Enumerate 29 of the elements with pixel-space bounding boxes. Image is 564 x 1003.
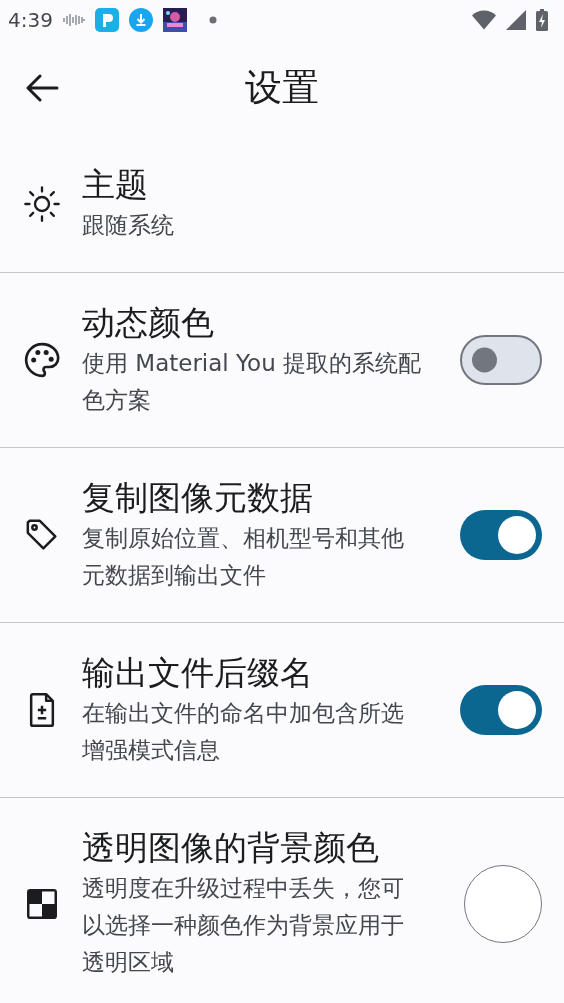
setting-description: 透明度在升级过程中丢失，您可以选择一种颜色作为背景应用于透明区域 xyxy=(82,874,405,977)
app-icon xyxy=(94,8,119,32)
wifi-icon xyxy=(472,10,496,30)
settings-item[interactable]: 复制图像元数据 复制原始位置、相机型号和其他元数据到输出文件 xyxy=(0,448,564,623)
toggle-switch[interactable] xyxy=(460,335,542,385)
signal-icon xyxy=(506,10,526,30)
setting-description: 在输出文件的命名中加包含所选增强模式信息 xyxy=(82,699,405,765)
setting-description: 复制原始位置、相机型号和其他元数据到输出文件 xyxy=(82,524,405,590)
setting-title: 主题 xyxy=(82,164,149,206)
download-icon xyxy=(128,8,153,32)
setting-title: 输出文件后缀名 xyxy=(82,652,314,694)
settings-item[interactable]: 动态颜色 使用 Material You 提取的系统配色方案 xyxy=(0,273,564,448)
settings-item[interactable]: 透明图像的背景颜色 透明度在升级过程中丢失，您可以选择一种颜色作为背景应用于透明区域 xyxy=(0,798,564,1001)
page-title: 设置 xyxy=(245,65,319,109)
palette-icon xyxy=(22,340,62,380)
toggle-switch[interactable] xyxy=(460,685,542,735)
settings-item[interactable]: 主题 跟随系统 xyxy=(0,135,564,273)
setting-description: 跟随系统 xyxy=(82,211,175,240)
status-time: 4:39 xyxy=(8,8,53,32)
sun-icon xyxy=(22,183,62,224)
toggle-switch[interactable] xyxy=(460,510,542,560)
battery-charging-icon xyxy=(536,9,548,31)
setting-title: 复制图像元数据 xyxy=(82,477,314,519)
notification-dot-icon xyxy=(208,16,217,24)
setting-title: 动态颜色 xyxy=(82,302,215,344)
waveform-icon xyxy=(62,13,85,27)
setting-title: 透明图像的背景颜色 xyxy=(82,827,380,869)
settings-item[interactable]: 输出文件后缀名 在输出文件的命名中加包含所选增强模式信息 xyxy=(0,623,564,798)
setting-description: 使用 Material You 提取的系统配色方案 xyxy=(82,349,422,415)
